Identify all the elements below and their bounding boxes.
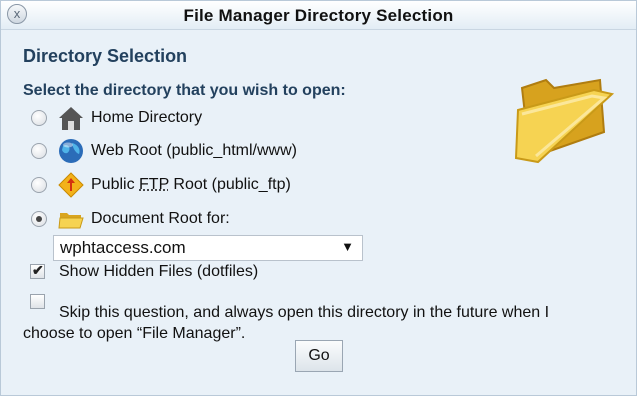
ftp-icon xyxy=(58,172,84,198)
show-hidden-files-checkbox[interactable]: ✔ xyxy=(30,262,45,279)
public-ftp-label-suffix: Root (public_ftp) xyxy=(168,176,291,193)
dialog-window: x File Manager Directory Selection Direc… xyxy=(0,0,637,396)
public-ftp-label-prefix: Public xyxy=(91,176,140,193)
option-web-root[interactable]: Web Root (public_html/www) xyxy=(31,136,297,166)
folder-icon xyxy=(58,213,84,229)
checkmark-icon: ✔ xyxy=(32,262,44,278)
home-icon xyxy=(59,107,83,130)
web-root-radio[interactable] xyxy=(31,143,47,159)
ftp-abbreviation: FTP xyxy=(139,176,169,193)
public-ftp-radio[interactable] xyxy=(31,177,47,193)
domain-select-value: wphtaccess.com xyxy=(60,238,186,257)
show-hidden-files-label: Show Hidden Files (dotfiles) xyxy=(59,263,259,280)
skip-question-label: Skip this question, and always open this… xyxy=(23,304,550,342)
option-home-directory[interactable]: Home Directory xyxy=(31,103,202,133)
document-root-label: Document Root for: xyxy=(91,210,230,227)
document-root-radio[interactable] xyxy=(31,211,47,227)
option-document-root[interactable]: Document Root for: xyxy=(31,204,230,234)
home-directory-radio[interactable] xyxy=(31,110,47,126)
globe-icon xyxy=(59,139,83,163)
web-root-label: Web Root (public_html/www) xyxy=(91,142,297,159)
selection-prompt: Select the directory that you wish to op… xyxy=(23,82,346,99)
section-heading: Directory Selection xyxy=(23,46,188,66)
dialog-title: File Manager Directory Selection xyxy=(183,6,454,25)
public-ftp-label: Public FTP Root (public_ftp) xyxy=(91,176,291,194)
open-folder-icon xyxy=(514,78,615,164)
title-bar: x File Manager Directory Selection xyxy=(1,1,636,30)
dialog-body: Directory Selection Select the directory… xyxy=(1,30,636,395)
go-button[interactable]: Go xyxy=(295,340,343,372)
home-directory-label: Home Directory xyxy=(91,109,203,126)
chevron-down-icon: ▼ xyxy=(341,239,354,254)
domain-select[interactable]: wphtaccess.com ▼ xyxy=(53,235,363,261)
option-public-ftp-root[interactable]: Public FTP Root (public_ftp) xyxy=(31,170,291,200)
